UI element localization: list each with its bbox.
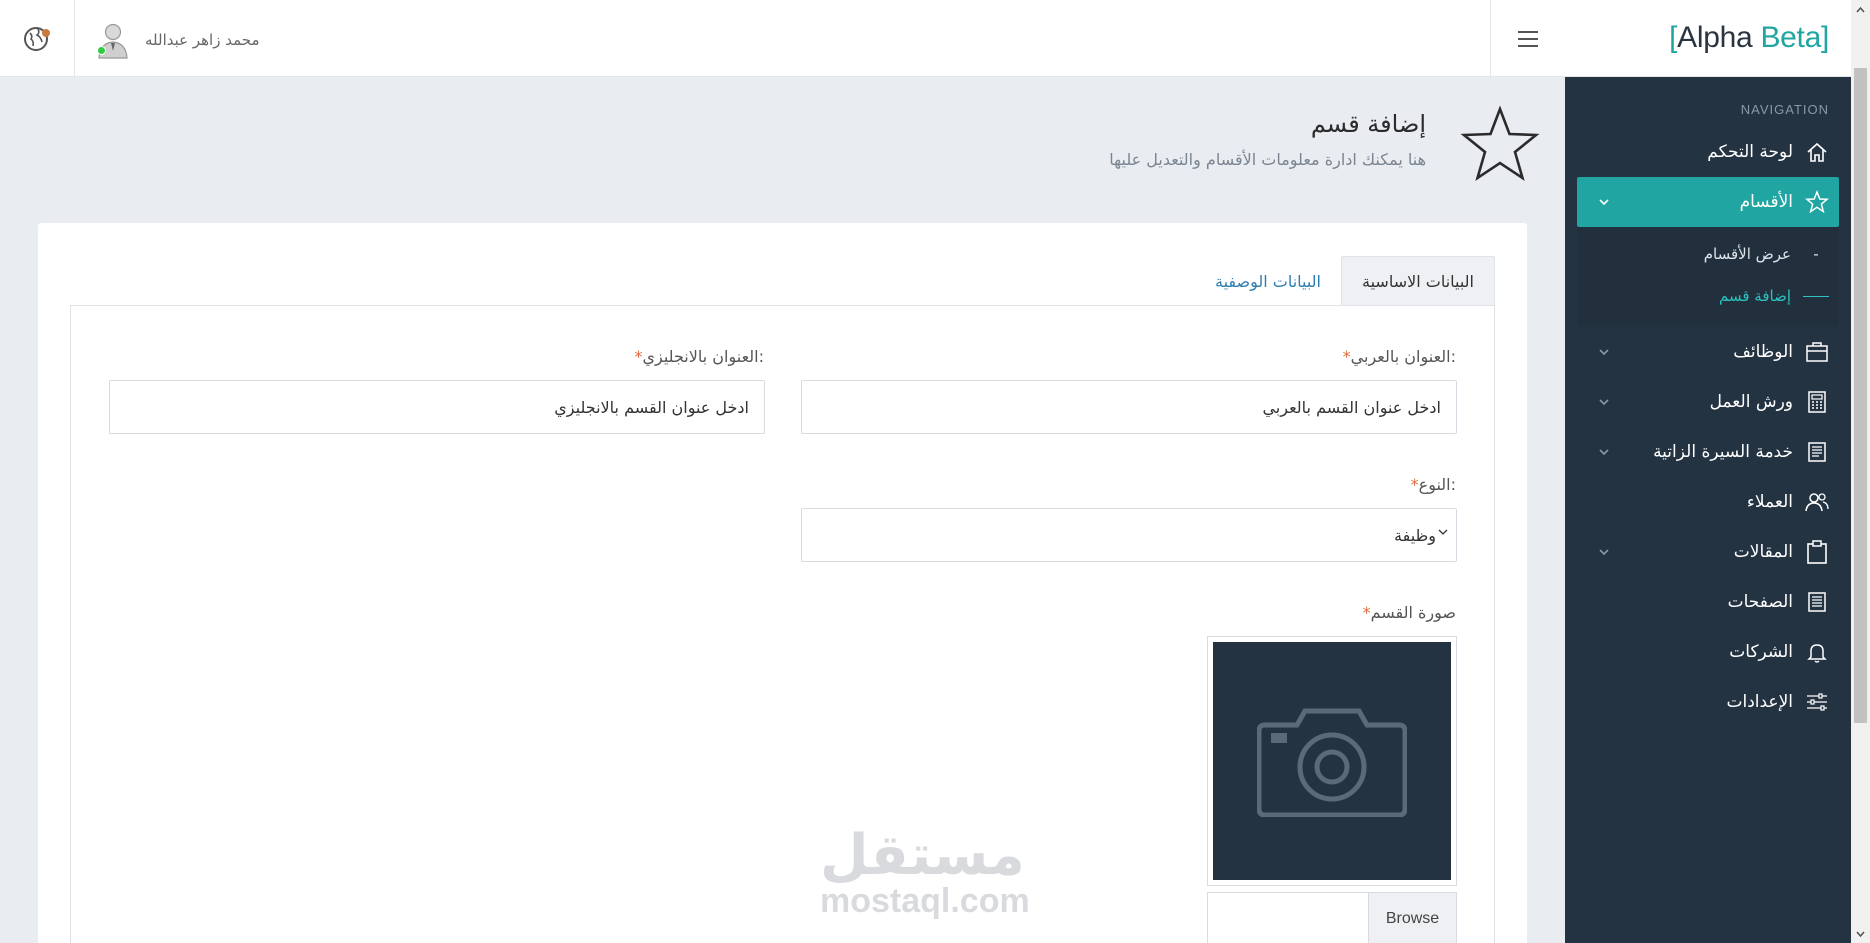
sidebar-item-label: الصفحات	[1727, 592, 1793, 612]
chevron-down-icon	[1599, 349, 1609, 356]
active-indicator-line	[1803, 295, 1829, 297]
sidebar-item-pages[interactable]: الصفحات	[1565, 577, 1851, 627]
sidebar-item-label: العملاء	[1746, 492, 1793, 512]
image-preview[interactable]	[1207, 636, 1457, 886]
required-mark: *	[1342, 347, 1351, 366]
sidebar-item-companies[interactable]: الشركات	[1565, 627, 1851, 677]
user-name: محمد زاهر عبدالله	[145, 31, 260, 49]
sidebar-item-clients[interactable]: العملاء	[1565, 477, 1851, 527]
menu-toggle-button[interactable]	[1490, 0, 1565, 77]
scroll-down-arrow[interactable]	[1855, 928, 1866, 939]
chevron-down-icon	[1599, 549, 1609, 556]
sidebar-item-cv-service[interactable]: خدمة السيرة الزاتية	[1565, 427, 1851, 477]
watermark: مستقل mostaql.com	[820, 823, 1030, 920]
title-ar-label: *العنوان بالعربي:	[1342, 347, 1456, 366]
file-path-field[interactable]	[1208, 893, 1368, 943]
title-en-label: *العنوان بالانجليزي:	[634, 347, 764, 366]
logo[interactable]: [Alpha Beta]	[1669, 21, 1829, 55]
type-select-value: وظيفة	[1394, 525, 1436, 545]
user-profile[interactable]: محمد زاهر عبدالله	[95, 20, 260, 60]
sub-item-add-section[interactable]: إضافة قسم	[1577, 275, 1839, 317]
sidebar-item-sections[interactable]: الأقسام	[1577, 177, 1839, 227]
sidebar-item-workshops[interactable]: ورش العمل	[1565, 377, 1851, 427]
image-label: *صورة القسم	[1362, 603, 1456, 622]
sidebar-item-label: الوظائف	[1733, 342, 1793, 362]
browse-button[interactable]: Browse	[1368, 893, 1456, 943]
sidebar: [Alpha Beta] NAVIGATION لوحة التحكم الأق…	[1565, 0, 1851, 943]
sub-item-label: إضافة قسم	[1719, 287, 1791, 305]
chevron-down-icon	[1599, 199, 1609, 206]
scroll-up-arrow[interactable]	[1855, 4, 1866, 15]
sliders-icon	[1805, 690, 1829, 714]
tab-bar: البيانات الاساسية البيانات الوصفية	[1195, 256, 1495, 306]
sidebar-item-dashboard[interactable]: لوحة التحكم	[1565, 127, 1851, 177]
home-icon	[1805, 140, 1829, 164]
avatar[interactable]	[95, 21, 131, 59]
sub-item-view-sections[interactable]: عرض الأقسام -	[1577, 233, 1839, 275]
title-en-input[interactable]	[109, 380, 765, 434]
type-select[interactable]: وظيفة	[801, 508, 1457, 562]
sidebar-item-articles[interactable]: المقالات	[1565, 527, 1851, 577]
sub-item-label: عرض الأقسام	[1703, 245, 1791, 263]
top-bar: محمد زاهر عبدالله	[0, 0, 1565, 77]
sidebar-item-jobs[interactable]: الوظائف	[1565, 327, 1851, 377]
chevron-down-icon	[1599, 399, 1609, 406]
watermark-latin: mostaql.com	[820, 882, 1030, 920]
users-icon	[1805, 490, 1829, 514]
required-mark: *	[1410, 475, 1419, 494]
sections-submenu: عرض الأقسام - إضافة قسم	[1577, 227, 1839, 327]
clipboard-icon	[1805, 540, 1829, 564]
sidebar-item-label: المقالات	[1733, 542, 1793, 562]
tab-basic-data[interactable]: البيانات الاساسية	[1341, 256, 1495, 306]
page-scrollbar[interactable]	[1851, 0, 1870, 943]
page-subtitle: هنا يمكنك ادارة معلومات الأقسام والتعديل…	[1109, 150, 1426, 169]
sidebar-item-label: ورش العمل	[1709, 392, 1793, 412]
sidebar-item-label: لوحة التحكم	[1707, 142, 1793, 162]
sidebar-item-label: خدمة السيرة الزاتية	[1653, 442, 1793, 462]
chevron-down-icon	[1599, 449, 1609, 456]
required-mark: *	[1362, 603, 1371, 622]
language-button[interactable]	[0, 0, 75, 77]
star-icon	[1805, 190, 1829, 214]
page-header: إضافة قسم هنا يمكنك ادارة معلومات الأقسا…	[1000, 100, 1540, 190]
document-icon	[1805, 440, 1829, 464]
sidebar-item-label: الإعدادات	[1726, 692, 1793, 712]
form-card: البيانات الاساسية البيانات الوصفية *العن…	[38, 223, 1527, 943]
globe-icon	[24, 26, 50, 51]
pages-icon	[1805, 590, 1829, 614]
bell-icon	[1805, 640, 1829, 664]
scrollbar-thumb[interactable]	[1854, 68, 1867, 723]
file-upload-row: Browse	[1207, 892, 1457, 943]
page-title: إضافة قسم	[1310, 110, 1426, 138]
calculator-icon	[1805, 390, 1829, 414]
chevron-down-icon	[1438, 529, 1448, 535]
tab-meta-data[interactable]: البيانات الوصفية	[1195, 256, 1341, 306]
title-ar-input[interactable]	[801, 380, 1457, 434]
sidebar-item-settings[interactable]: الإعدادات	[1565, 677, 1851, 727]
online-status-dot	[97, 46, 106, 55]
star-icon	[1460, 105, 1540, 182]
logo-area: [Alpha Beta]	[1565, 0, 1851, 77]
sidebar-item-label: الأقسام	[1739, 192, 1793, 212]
type-label: *النوع:	[1410, 475, 1456, 494]
tab-pane-basic: *العنوان بالعربي: *العنوان بالانجليزي: *…	[70, 305, 1495, 943]
sub-item-marker: -	[1813, 245, 1819, 263]
briefcase-icon	[1805, 340, 1829, 364]
camera-icon	[1257, 708, 1407, 817]
hamburger-icon	[1518, 30, 1538, 47]
sidebar-item-label: الشركات	[1729, 642, 1793, 662]
nav-heading: NAVIGATION	[1740, 102, 1829, 117]
watermark-arabic: مستقل	[820, 823, 1025, 888]
